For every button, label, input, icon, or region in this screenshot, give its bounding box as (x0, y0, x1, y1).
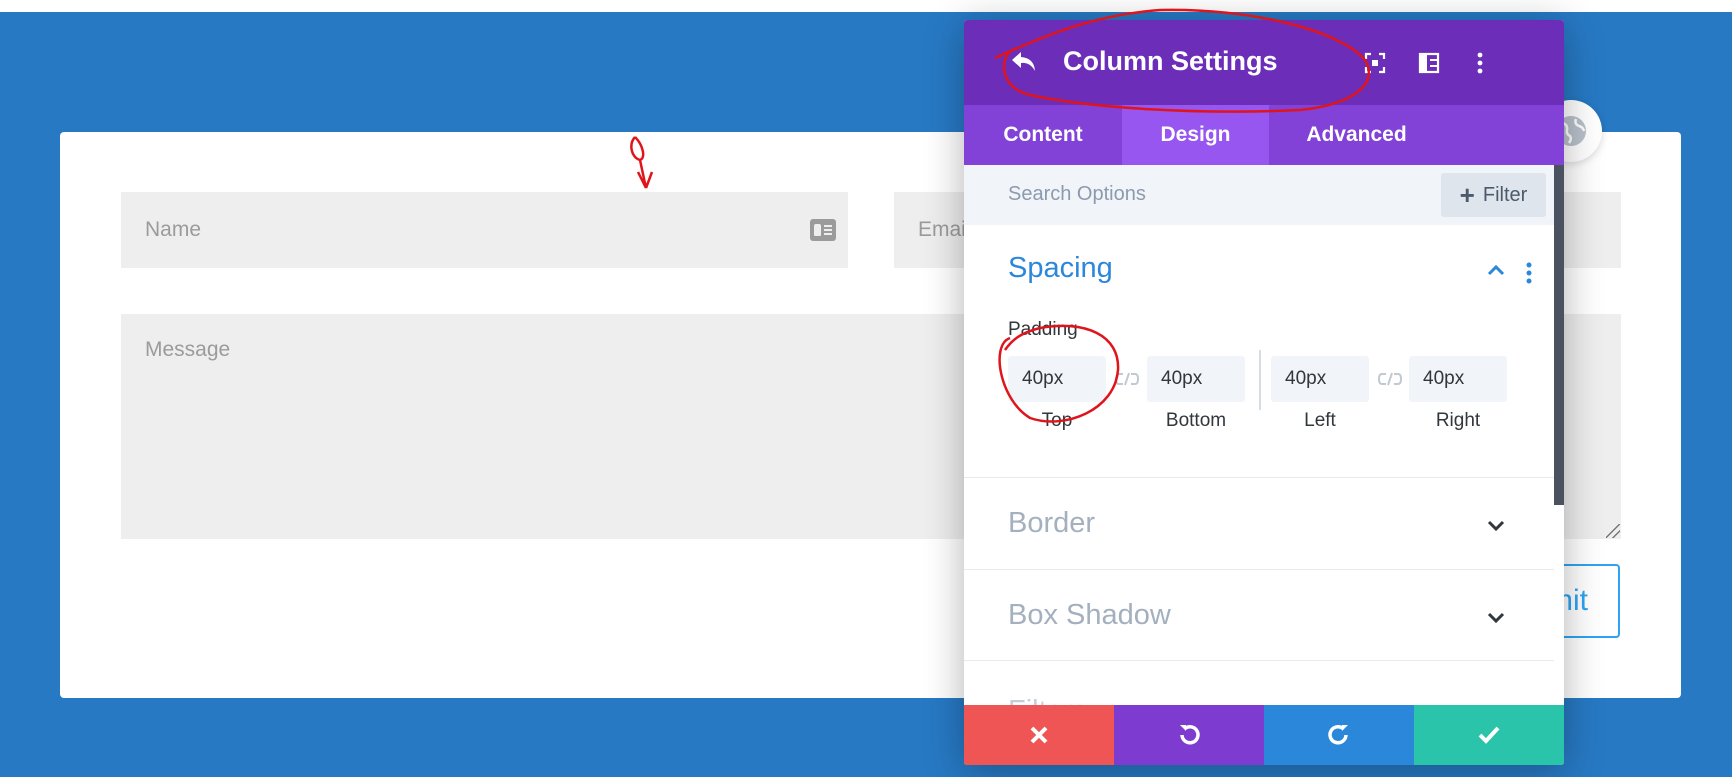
chevron-down-icon[interactable] (1486, 519, 1506, 533)
section-divider (964, 660, 1554, 661)
padding-left-input[interactable]: 40px (1271, 356, 1369, 402)
resize-grip-icon[interactable] (1606, 524, 1620, 538)
back-arrow-icon[interactable] (1010, 50, 1038, 74)
section-divider (964, 477, 1554, 478)
search-bar: Search Options + Filter (964, 165, 1554, 225)
save-button[interactable] (1414, 705, 1564, 765)
contact-card-icon (810, 219, 836, 241)
name-input[interactable] (121, 192, 848, 268)
filter-label: Filter (1482, 183, 1528, 206)
scrollbar[interactable] (1554, 165, 1564, 505)
more-options-icon[interactable] (1469, 52, 1491, 74)
link-toggle-icon[interactable] (1377, 370, 1403, 388)
padding-right-input[interactable]: 40px (1409, 356, 1507, 402)
column-settings-panel: Column Settings Content Design Advanced … (964, 20, 1564, 765)
link-toggle-icon[interactable] (1114, 370, 1140, 388)
padding-bottom-input[interactable]: 40px (1147, 356, 1245, 402)
padding-left-label: Left (1304, 410, 1336, 431)
filter-button[interactable]: + Filter (1441, 173, 1546, 217)
redo-icon (1328, 725, 1348, 745)
box-shadow-section-title[interactable]: Box Shadow (1008, 599, 1171, 632)
undo-button[interactable] (1114, 705, 1264, 765)
padding-bottom-label: Bottom (1165, 410, 1227, 431)
panel-tabs: Content Design Advanced (964, 105, 1564, 165)
tab-content[interactable]: Content (964, 105, 1122, 165)
redo-button[interactable] (1264, 705, 1414, 765)
top-band (0, 0, 1732, 12)
search-options-input[interactable]: Search Options (1008, 183, 1146, 206)
panel-title: Column Settings (1063, 46, 1278, 76)
split-view-icon[interactable] (1418, 52, 1440, 74)
chevron-up-icon[interactable] (1486, 263, 1506, 277)
tab-advanced[interactable]: Advanced (1269, 105, 1444, 165)
panel-footer (964, 705, 1564, 765)
plus-icon: + (1459, 180, 1475, 210)
cancel-button[interactable] (964, 705, 1114, 765)
padding-top-input[interactable]: 40px (1008, 356, 1106, 402)
spacing-section-title[interactable]: Spacing (1008, 252, 1113, 285)
padding-divider (1259, 350, 1261, 410)
tab-design[interactable]: Design (1122, 105, 1269, 165)
chevron-down-icon[interactable] (1486, 611, 1506, 625)
padding-right-label: Right (1435, 410, 1481, 431)
padding-top-label: Top (1041, 410, 1073, 431)
section-options-icon[interactable] (1526, 262, 1532, 284)
panel-header[interactable]: Column Settings (964, 20, 1564, 105)
close-icon (1030, 726, 1048, 744)
border-section-title[interactable]: Border (1008, 507, 1095, 540)
padding-label: Padding (1008, 319, 1078, 340)
undo-icon (1180, 725, 1200, 745)
checkmark-icon (1478, 726, 1500, 744)
section-divider (964, 569, 1554, 570)
focus-expand-icon[interactable] (1364, 52, 1386, 74)
